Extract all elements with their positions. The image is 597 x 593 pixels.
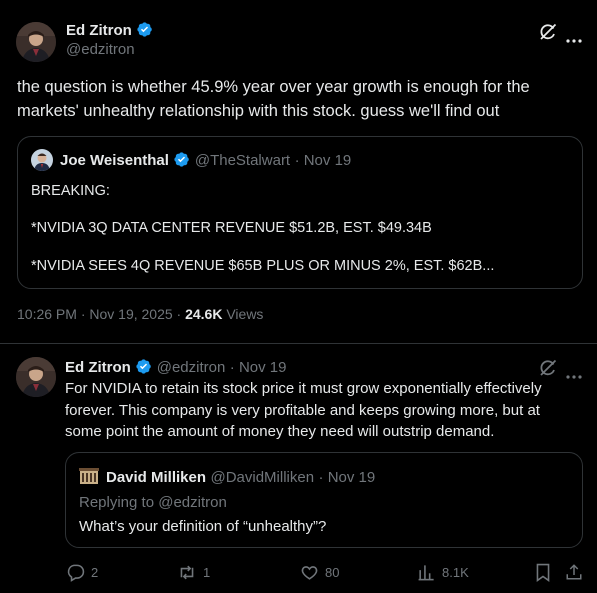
- like-icon: [300, 563, 319, 582]
- views-count: 8.1K: [442, 565, 469, 580]
- repost-icon: [177, 563, 197, 582]
- quoted-avatar: [79, 466, 99, 486]
- tweet-text: the question is whether 45.9% year over …: [17, 78, 530, 120]
- views-button[interactable]: 8.1K: [417, 563, 469, 582]
- repost-count: 1: [203, 565, 211, 580]
- quoted-date: · Nov 19: [318, 469, 376, 486]
- more-icon[interactable]: [566, 366, 582, 379]
- tweet-date[interactable]: · Nov 19: [230, 359, 287, 376]
- quoted-author-handle: @TheStalwart: [194, 152, 291, 169]
- tweet-text: For NVIDIA to retain its stock price it …: [65, 380, 542, 440]
- views-icon: [417, 563, 436, 582]
- divider: [0, 343, 597, 344]
- views-label: Views: [222, 306, 264, 322]
- tweet-meta: 10:26 PM · Nov 19, 2025 · 24.6K Views: [17, 306, 263, 322]
- reply-icon: [66, 563, 85, 582]
- author-handle[interactable]: @edzitron: [157, 359, 226, 376]
- author-handle[interactable]: @edzitron: [66, 41, 135, 58]
- grok-icon[interactable]: [538, 358, 558, 378]
- grok-icon[interactable]: [538, 22, 558, 42]
- quoted-date: · Nov 19: [294, 152, 352, 169]
- quoted-author-name: David Milliken: [106, 469, 207, 486]
- timestamp[interactable]: 10:26 PM · Nov 19, 2025 ·: [17, 306, 185, 322]
- share-icon[interactable]: [565, 562, 583, 587]
- replying-to: Replying to @edzitron: [79, 494, 227, 511]
- avatar[interactable]: [16, 357, 56, 397]
- quoted-line: *NVIDIA SEES 4Q REVENUE $65B PLUS OR MIN…: [31, 258, 495, 274]
- views-count: 24.6K: [185, 306, 223, 322]
- bookmark-icon[interactable]: [535, 563, 551, 587]
- quoted-author-handle: @DavidMilliken: [210, 469, 315, 486]
- quoted-avatar: [31, 149, 53, 171]
- like-button[interactable]: 80: [300, 563, 339, 582]
- author-name[interactable]: Ed Zitron: [66, 22, 132, 39]
- more-icon[interactable]: [566, 30, 582, 43]
- verified-icon: [173, 151, 190, 173]
- quoted-tweet[interactable]: Joe Weisenthal @TheStalwart · Nov 19 BRE…: [17, 136, 583, 289]
- quoted-tweet[interactable]: David Milliken @DavidMilliken · Nov 19 R…: [65, 452, 583, 548]
- like-count: 80: [325, 565, 340, 580]
- quoted-line: *NVIDIA 3Q DATA CENTER REVENUE $51.2B, E…: [31, 220, 432, 236]
- verified-icon: [136, 21, 153, 43]
- repost-button[interactable]: 1: [177, 563, 210, 582]
- author-name[interactable]: Ed Zitron: [65, 359, 131, 376]
- quoted-text: What’s your definition of “unhealthy”?: [79, 518, 327, 535]
- reply-button[interactable]: 2: [66, 563, 98, 582]
- quoted-author-name: Joe Weisenthal: [60, 152, 169, 169]
- reply-count: 2: [91, 565, 99, 580]
- quoted-line: BREAKING:: [31, 183, 110, 199]
- verified-icon: [135, 358, 152, 380]
- avatar[interactable]: [16, 22, 56, 62]
